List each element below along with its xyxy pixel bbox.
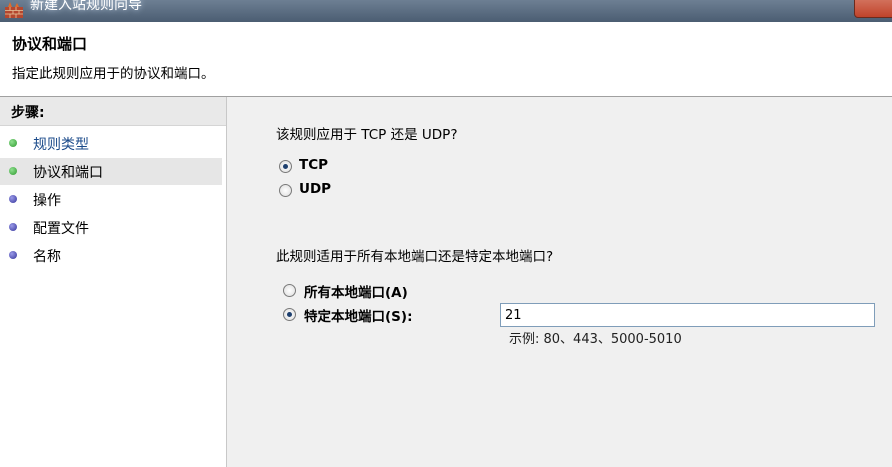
all-ports-radio[interactable] xyxy=(283,284,296,297)
specific-ports-input[interactable] xyxy=(500,303,875,327)
step-label: 配置文件 xyxy=(33,221,89,237)
steps-heading-label: 步骤: xyxy=(11,105,45,121)
specific-ports-radio[interactable] xyxy=(283,308,296,321)
step-label: 操作 xyxy=(33,193,61,209)
step-complete-icon xyxy=(9,139,17,147)
step-label: 协议和端口 xyxy=(33,165,103,181)
step-pending-icon xyxy=(9,223,17,231)
page-description: 指定此规则应用于的协议和端口。 xyxy=(12,66,215,82)
step-pending-icon xyxy=(9,251,17,259)
firewall-wall-icon xyxy=(5,2,23,18)
close-button[interactable] xyxy=(854,0,892,18)
protocol-question: 该规则应用于 TCP 还是 UDP? xyxy=(276,127,458,143)
step-profile[interactable]: 配置文件 xyxy=(0,214,222,241)
step-rule-type[interactable]: 规则类型 xyxy=(0,130,222,157)
tcp-label[interactable]: TCP xyxy=(299,157,328,173)
specific-ports-label[interactable]: 特定本地端口(S): xyxy=(304,305,412,325)
step-name[interactable]: 名称 xyxy=(0,242,222,269)
window-titlebar: 新建入站规则向导 xyxy=(0,0,892,22)
window-title: 新建入站规则向导 xyxy=(30,0,142,13)
all-ports-label[interactable]: 所有本地端口(A) xyxy=(304,281,408,301)
main-content: 该规则应用于 TCP 还是 UDP? TCP UDP 此规则适用于所有本地端口还… xyxy=(227,97,892,467)
step-label: 规则类型 xyxy=(33,137,89,153)
page-header: 协议和端口 指定此规则应用于的协议和端口。 xyxy=(0,22,892,97)
step-protocol-ports[interactable]: 协议和端口 xyxy=(0,158,222,185)
steps-heading: 步骤: xyxy=(0,97,226,126)
step-action[interactable]: 操作 xyxy=(0,186,222,213)
page-title: 协议和端口 xyxy=(12,35,88,53)
tcp-radio[interactable] xyxy=(279,160,292,173)
port-example-hint: 示例: 80、443、5000-5010 xyxy=(509,332,682,347)
udp-label[interactable]: UDP xyxy=(299,181,331,197)
step-label: 名称 xyxy=(33,249,61,265)
step-current-icon xyxy=(9,167,17,175)
step-pending-icon xyxy=(9,195,17,203)
steps-sidebar: 步骤: 规则类型 协议和端口 操作 配置文件 名称 xyxy=(0,97,227,467)
port-question: 此规则适用于所有本地端口还是特定本地端口? xyxy=(276,249,554,265)
udp-radio[interactable] xyxy=(279,184,292,197)
